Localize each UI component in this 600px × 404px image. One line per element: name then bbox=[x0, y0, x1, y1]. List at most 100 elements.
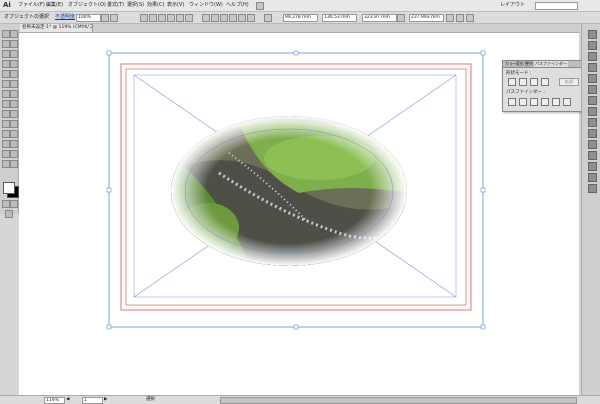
gradient-panel-icon[interactable] bbox=[588, 96, 597, 105]
expand-button[interactable]: 拡張 bbox=[559, 78, 579, 86]
next-artboard-icon[interactable]: ▶ bbox=[104, 397, 107, 402]
menu-type[interactable]: 書式(T) bbox=[107, 2, 124, 9]
opacity-label[interactable]: 不透明度 bbox=[55, 14, 75, 21]
brushes-icon[interactable] bbox=[588, 63, 597, 72]
slice-tool-icon[interactable] bbox=[10, 150, 18, 158]
pathfinder-dock-icon[interactable] bbox=[588, 184, 597, 193]
trim-icon[interactable] bbox=[519, 98, 527, 106]
transparency-icon[interactable] bbox=[588, 107, 597, 116]
swatches-icon[interactable] bbox=[588, 52, 597, 61]
divide-icon[interactable] bbox=[508, 98, 516, 106]
unite-icon[interactable] bbox=[508, 78, 516, 86]
artboard-tool-icon[interactable] bbox=[2, 150, 10, 158]
color-guide-icon[interactable] bbox=[588, 41, 597, 50]
graphic-styles-icon[interactable] bbox=[588, 129, 597, 138]
distribute-middle-icon[interactable] bbox=[211, 14, 219, 22]
x-position-field[interactable]: 99.278 mm bbox=[283, 14, 318, 22]
gradient-tool-icon[interactable] bbox=[10, 120, 18, 128]
distribute-top-icon[interactable] bbox=[202, 14, 210, 22]
y-position-field[interactable]: 136.53 mm bbox=[322, 14, 357, 22]
crop-icon[interactable] bbox=[541, 98, 549, 106]
align-panel-icon[interactable] bbox=[588, 173, 597, 182]
menu-effect[interactable]: 効果(C) bbox=[147, 2, 164, 9]
merge-icon[interactable] bbox=[530, 98, 538, 106]
document-tab[interactable]: 名称未設定-1* @ 119% (CMYK/プレビュー) bbox=[20, 24, 93, 32]
transform-icon[interactable] bbox=[446, 14, 454, 22]
scale-tool-icon[interactable] bbox=[10, 90, 18, 98]
magic-wand-tool-icon[interactable] bbox=[2, 40, 10, 48]
align-center-icon[interactable] bbox=[149, 14, 157, 22]
menu-object[interactable]: オブジェクト(O) bbox=[68, 2, 106, 9]
color-panel-icon[interactable] bbox=[588, 30, 597, 39]
menu-select[interactable]: 選択(S) bbox=[127, 2, 144, 9]
stroke-icon[interactable] bbox=[588, 85, 597, 94]
eyedropper-tool-icon[interactable] bbox=[2, 130, 10, 138]
exclude-icon[interactable] bbox=[541, 78, 549, 86]
free-transform-tool-icon[interactable] bbox=[10, 100, 18, 108]
links-icon[interactable] bbox=[588, 162, 597, 171]
menu-file[interactable]: ファイル(F) bbox=[18, 2, 45, 9]
fill-swatch[interactable] bbox=[3, 182, 15, 194]
color-mode-icon[interactable] bbox=[2, 200, 10, 208]
recolor-icon[interactable] bbox=[101, 14, 109, 22]
pencil-tool-icon[interactable] bbox=[10, 70, 18, 78]
pen-tool-icon[interactable] bbox=[2, 50, 10, 58]
arrange-documents-icon[interactable] bbox=[256, 2, 264, 10]
line-tool-icon[interactable] bbox=[2, 60, 10, 68]
align-top-icon[interactable] bbox=[167, 14, 175, 22]
artboards-icon[interactable] bbox=[588, 151, 597, 160]
constrain-proportions-icon[interactable] bbox=[397, 14, 405, 22]
help-search-input[interactable] bbox=[535, 2, 578, 10]
eraser-tool-icon[interactable] bbox=[10, 80, 18, 88]
canvas[interactable] bbox=[19, 33, 579, 395]
align-left-icon[interactable] bbox=[140, 14, 148, 22]
height-field[interactable]: 237.993 mm bbox=[409, 14, 444, 22]
menu-edit[interactable]: 編集(E) bbox=[46, 2, 63, 9]
rectangle-tool-icon[interactable] bbox=[10, 60, 18, 68]
appearance-icon[interactable] bbox=[588, 118, 597, 127]
menu-view[interactable]: 表示(V) bbox=[167, 2, 184, 9]
distribute-center-icon[interactable] bbox=[238, 14, 246, 22]
width-tool-icon[interactable] bbox=[2, 100, 10, 108]
reference-point-icon[interactable] bbox=[264, 14, 272, 22]
lasso-tool-icon[interactable] bbox=[10, 40, 18, 48]
symbol-sprayer-tool-icon[interactable] bbox=[2, 140, 10, 148]
type-tool-icon[interactable] bbox=[10, 50, 18, 58]
menu-help[interactable]: ヘルプ(H) bbox=[226, 2, 249, 9]
align-middle-icon[interactable] bbox=[176, 14, 184, 22]
width-field[interactable]: 323.97 mm bbox=[362, 14, 397, 22]
shape-builder-tool-icon[interactable] bbox=[2, 110, 10, 118]
opacity-field[interactable]: 100% bbox=[76, 14, 101, 22]
tab-transform[interactable]: 変形 bbox=[516, 61, 524, 67]
tab-align[interactable]: 整列 bbox=[525, 61, 533, 67]
align-bottom-icon[interactable] bbox=[185, 14, 193, 22]
mesh-tool-icon[interactable] bbox=[2, 120, 10, 128]
perspective-grid-tool-icon[interactable] bbox=[10, 110, 18, 118]
align-right-icon[interactable] bbox=[158, 14, 166, 22]
prev-artboard-icon[interactable]: ◀ bbox=[66, 397, 69, 402]
blob-brush-tool-icon[interactable] bbox=[2, 80, 10, 88]
minus-front-icon[interactable] bbox=[519, 78, 527, 86]
column-graph-tool-icon[interactable] bbox=[10, 140, 18, 148]
panel-menu-icon[interactable] bbox=[466, 14, 474, 22]
distribute-bottom-icon[interactable] bbox=[220, 14, 228, 22]
isolate-icon[interactable] bbox=[456, 14, 464, 22]
direct-selection-tool-icon[interactable] bbox=[10, 30, 18, 38]
outline-icon[interactable] bbox=[552, 98, 560, 106]
tab-pathfinder[interactable]: パスファインダー bbox=[534, 61, 568, 67]
paintbrush-tool-icon[interactable] bbox=[2, 70, 10, 78]
selection-tool-icon[interactable] bbox=[2, 30, 10, 38]
zoom-tool-icon[interactable] bbox=[10, 160, 18, 168]
menu-window[interactable]: ウィンドウ(W) bbox=[189, 2, 223, 9]
screen-mode-icon[interactable] bbox=[5, 210, 13, 218]
symbols-icon[interactable] bbox=[588, 74, 597, 83]
align-icon[interactable] bbox=[110, 14, 118, 22]
workspace-switcher[interactable]: レイアウト bbox=[500, 2, 525, 9]
distribute-left-icon[interactable] bbox=[229, 14, 237, 22]
hand-tool-icon[interactable] bbox=[2, 160, 10, 168]
none-swatch-icon[interactable] bbox=[10, 200, 18, 208]
distribute-right-icon[interactable] bbox=[247, 14, 255, 22]
stream-photo[interactable] bbox=[169, 113, 409, 273]
minus-back-icon[interactable] bbox=[563, 98, 571, 106]
layers-icon[interactable] bbox=[588, 140, 597, 149]
